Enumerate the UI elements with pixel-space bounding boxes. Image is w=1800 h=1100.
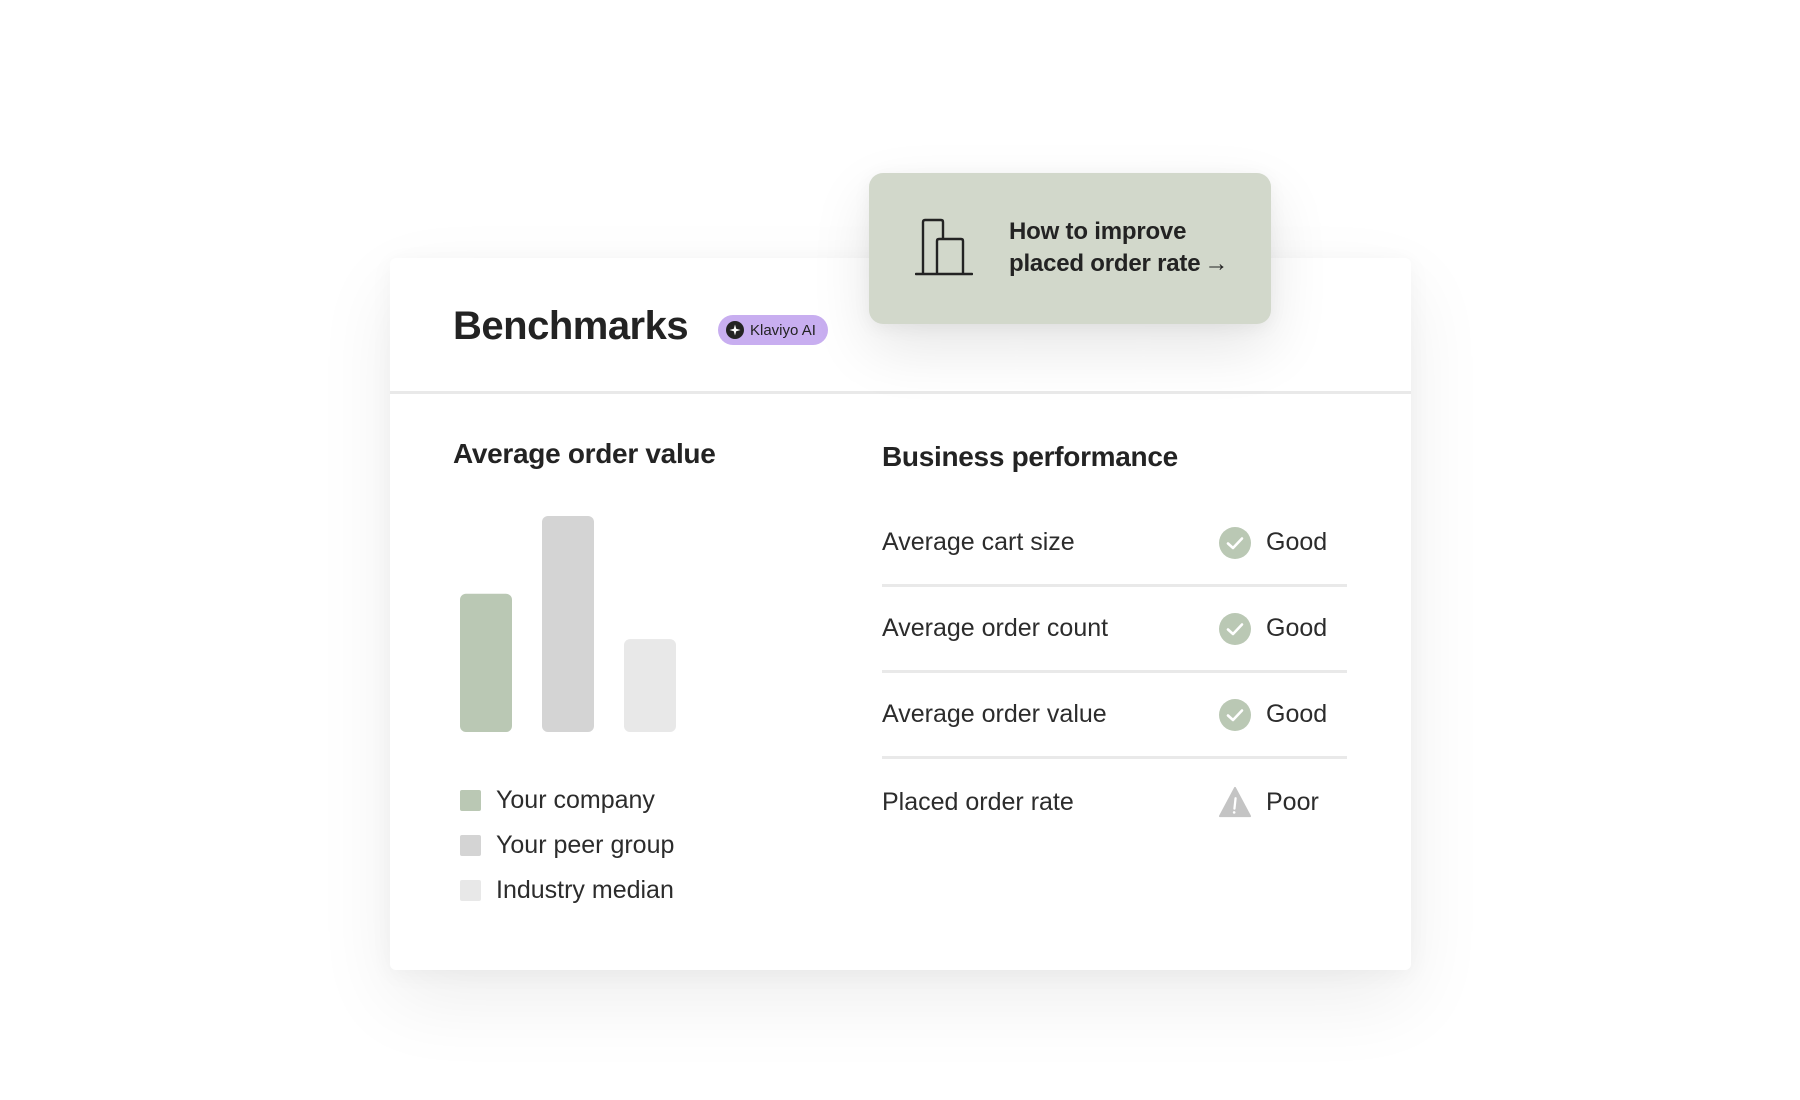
performance-row-average-order-value: Average order value Good <box>882 673 1347 759</box>
metric-label: Average cart size <box>882 528 1075 556</box>
popover-line-1: How to improve <box>1009 218 1187 245</box>
improve-placed-order-rate-link[interactable]: How to improve placed order rate → <box>869 173 1271 324</box>
metric-label: Placed order rate <box>882 787 1074 816</box>
business-performance-title: Business performance <box>882 441 1178 472</box>
performance-row-average-order-count: Average order count Good <box>882 587 1347 673</box>
popover-line-2: placed order rate → <box>1009 248 1228 280</box>
stage: Benchmarks Klaviyo AI Average order valu… <box>0 0 1800 1100</box>
legend-swatch <box>460 790 481 811</box>
arrow-right-icon: → <box>1204 250 1229 277</box>
badge-label: Klaviyo AI <box>750 321 816 339</box>
legend-label: Industry median <box>496 876 674 904</box>
bar-your-company <box>460 593 512 732</box>
status-text: Good <box>1266 614 1328 642</box>
bar-chart-svg <box>460 516 676 732</box>
legend-label: Your company <box>496 786 655 814</box>
status-badge: Good <box>1218 698 1327 732</box>
metric-label: Average order count <box>882 614 1109 642</box>
page-title: Benchmarks <box>453 304 689 348</box>
popover-text: How to improve placed order rate → <box>1009 216 1228 280</box>
bar-industry-median <box>624 639 676 732</box>
check-circle-icon <box>1218 526 1252 560</box>
metric-label: Average order value <box>882 700 1107 728</box>
business-performance-list: Average cart size Good Average order cou… <box>882 501 1347 845</box>
sparkle-icon <box>726 321 744 339</box>
legend-swatch <box>460 880 481 901</box>
performance-row-placed-order-rate: Placed order rate Poor <box>882 759 1347 845</box>
check-circle-icon <box>1218 612 1252 646</box>
status-text: Poor <box>1266 787 1319 816</box>
benchmarks-card: Benchmarks Klaviyo AI Average order valu… <box>390 258 1411 970</box>
status-badge: Good <box>1218 612 1327 646</box>
legend-label: Your peer group <box>496 831 675 859</box>
klaviyo-ai-badge[interactable]: Klaviyo AI <box>718 315 828 345</box>
warning-triangle-icon <box>1218 785 1252 819</box>
buildings-icon <box>914 218 974 278</box>
legend-item-peer-group: Your peer group <box>460 823 674 868</box>
legend-item-your-company: Your company <box>460 778 674 823</box>
chart-legend: Your company Your peer group Industry me… <box>460 778 674 913</box>
check-circle-icon <box>1218 698 1252 732</box>
legend-swatch <box>460 835 481 856</box>
status-text: Good <box>1266 700 1328 728</box>
performance-row-average-cart-size: Average cart size Good <box>882 501 1347 587</box>
popover-line-2-text: placed order rate <box>1009 250 1201 277</box>
bar-your-peer-group <box>542 516 594 732</box>
average-order-value-title: Average order value <box>453 438 716 469</box>
status-text: Good <box>1266 528 1328 556</box>
status-badge: Good <box>1218 526 1327 560</box>
legend-item-industry-median: Industry median <box>460 868 674 913</box>
status-badge: Poor <box>1218 785 1319 819</box>
average-order-value-chart <box>453 498 693 734</box>
